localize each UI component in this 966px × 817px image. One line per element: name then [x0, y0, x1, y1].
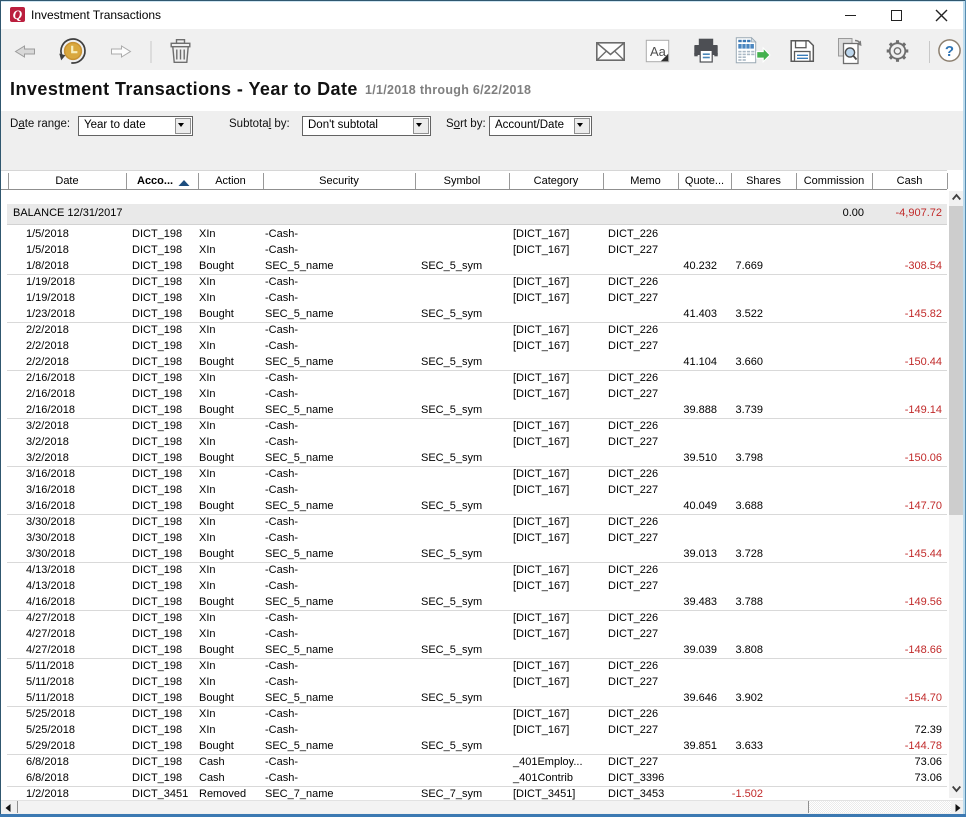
svg-text:?: ? [945, 43, 954, 60]
svg-text:Aa: Aa [650, 44, 667, 59]
